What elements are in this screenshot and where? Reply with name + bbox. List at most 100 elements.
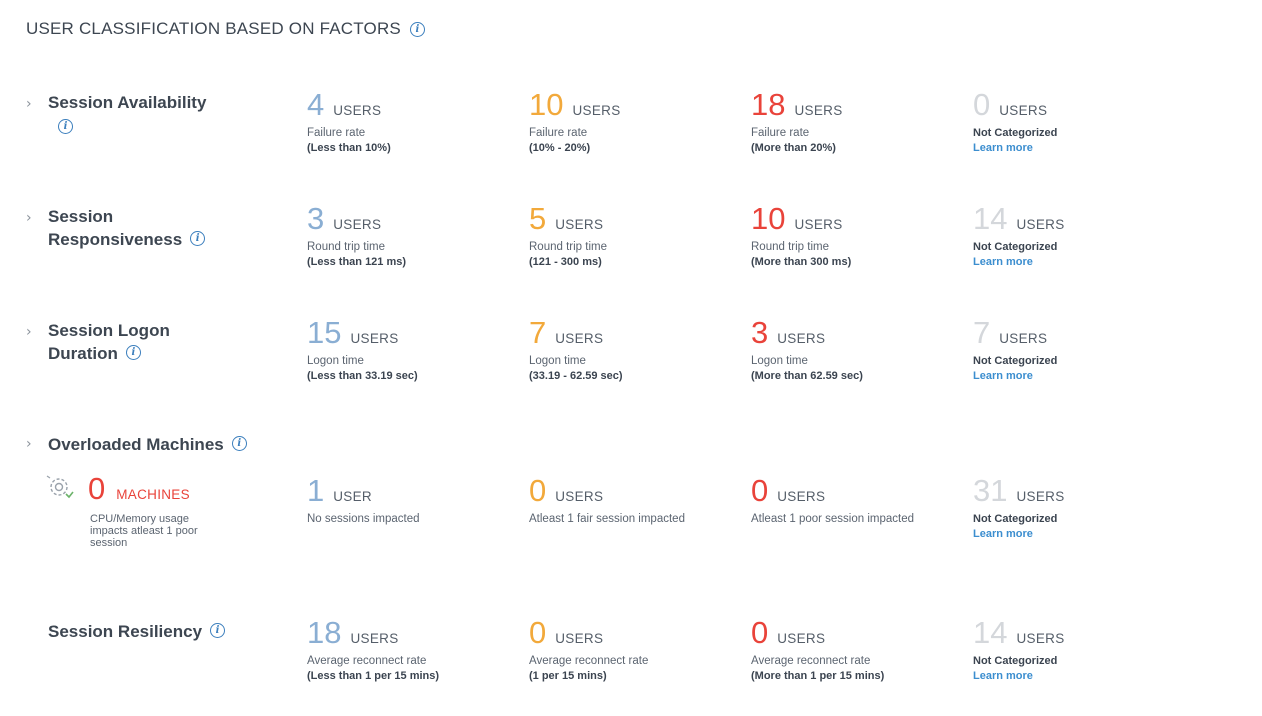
metric-label: Average reconnect rate [529, 655, 649, 667]
info-icon[interactable]: i [190, 231, 206, 247]
row-label-text: Session [48, 207, 114, 226]
row-label-text: Session Logon [48, 321, 170, 340]
info-icon[interactable]: i [210, 623, 226, 639]
user-count: 14 [973, 615, 1008, 650]
user-count: 1 [307, 473, 325, 508]
chevron-right-icon[interactable]: › [26, 210, 32, 226]
metric-cell-good[interactable]: 1 USER No sessions impacted [307, 474, 420, 527]
metric-label: Failure rate [307, 127, 366, 139]
not-categorized-label: Not Categorized [973, 355, 1058, 367]
metric-label: Logon time [307, 355, 364, 367]
metric-label: Round trip time [751, 241, 829, 253]
unit-label: USERS [1016, 631, 1065, 646]
info-icon[interactable]: i [409, 21, 425, 37]
chevron-right-icon[interactable]: › [26, 436, 32, 452]
metric-cell-not-categorized[interactable]: 31 USERS Not Categorized Learn more [973, 474, 1065, 542]
not-categorized-label: Not Categorized [973, 655, 1058, 667]
unit-label: USERS [777, 631, 826, 646]
metric-cell-good[interactable]: 18 USERS Average reconnect rate (Less tha… [307, 616, 439, 684]
metric-cell-poor[interactable]: 0 USERS Average reconnect rate (More than… [751, 616, 884, 684]
metric-label: Atleast 1 fair session impacted [529, 513, 685, 525]
unit-label: USERS [1016, 489, 1065, 504]
metric-cell-good[interactable]: 3 USERS Round trip time (Less than 121 ms… [307, 202, 406, 270]
row-label: Session Responsiveness i [48, 205, 206, 251]
not-categorized-label: Not Categorized [973, 241, 1058, 253]
metric-label: Round trip time [529, 241, 607, 253]
metric-range: (Less than 121 ms) [307, 256, 407, 268]
metric-label: Atleast 1 poor session impacted [751, 513, 915, 525]
not-categorized-label: Not Categorized [973, 513, 1058, 525]
metric-label: Average reconnect rate [751, 655, 871, 667]
unit-label: USER [333, 489, 372, 504]
metric-label: Logon time [529, 355, 586, 367]
metric-label: Failure rate [751, 127, 810, 139]
machine-count: 0 [88, 471, 106, 506]
info-icon[interactable]: i [58, 119, 73, 135]
metric-label: Round trip time [307, 241, 385, 253]
machines-description: CPU/Memory usage impacts atleast 1 poor … [90, 513, 198, 549]
metric-cell-good[interactable]: 15 USERS Logon time (Less than 33.19 sec) [307, 316, 418, 384]
metric-range: (More than 20%) [751, 142, 836, 154]
gear-machine-icon [46, 475, 74, 499]
row-label: Session Logon Duration i [48, 319, 170, 365]
metric-range: (33.19 - 62.59 sec) [529, 370, 623, 382]
metric-range: (Less than 10%) [307, 142, 391, 154]
info-icon[interactable]: i [231, 436, 247, 452]
metric-cell-not-categorized[interactable]: 14 USERS Not Categorized Learn more [973, 202, 1065, 270]
row-label: Session Resiliency i [48, 620, 226, 643]
unit-label: USERS [333, 103, 382, 118]
user-count: 10 [751, 201, 786, 236]
user-count: 3 [307, 201, 325, 236]
metric-cell-good[interactable]: 4 USERS Failure rate (Less than 10%) [307, 88, 391, 156]
learn-more-link[interactable]: Learn more [973, 369, 1057, 384]
learn-more-link[interactable]: Learn more [973, 141, 1057, 156]
chevron-right-icon[interactable]: › [26, 96, 32, 112]
unit-label: USERS [555, 631, 604, 646]
metric-cell-not-categorized[interactable]: 0 USERS Not Categorized Learn more [973, 88, 1057, 156]
user-count: 0 [529, 615, 547, 650]
metric-cell-fair[interactable]: 0 USERS Atleast 1 fair session impacted [529, 474, 685, 527]
user-count: 14 [973, 201, 1008, 236]
metric-cell-fair[interactable]: 5 USERS Round trip time (121 - 300 ms) [529, 202, 607, 270]
unit-label: USERS [794, 103, 843, 118]
metric-cell-not-categorized[interactable]: 14 USERS Not Categorized Learn more [973, 616, 1065, 684]
learn-more-link[interactable]: Learn more [973, 669, 1065, 684]
row-label-text: Overloaded Machines [48, 435, 224, 454]
learn-more-link[interactable]: Learn more [973, 527, 1065, 542]
unit-label: USERS [794, 217, 843, 232]
user-count: 10 [529, 87, 564, 122]
metric-range: (1 per 15 mins) [529, 670, 607, 682]
user-count: 0 [973, 87, 991, 122]
user-count: 18 [751, 87, 786, 122]
info-icon[interactable]: i [125, 345, 141, 361]
chevron-right-icon[interactable]: › [26, 324, 32, 340]
metric-cell-poor[interactable]: 10 USERS Round trip time (More than 300 m… [751, 202, 851, 270]
unit-label: USERS [350, 631, 399, 646]
metric-range: (More than 1 per 15 mins) [751, 670, 885, 682]
user-count: 0 [529, 473, 547, 508]
user-count: 4 [307, 87, 325, 122]
metric-cell-poor[interactable]: 0 USERS Atleast 1 poor session impacted [751, 474, 914, 527]
metric-cell-fair[interactable]: 0 USERS Average reconnect rate (1 per 15 … [529, 616, 648, 684]
metric-label: No sessions impacted [307, 513, 420, 525]
unit-label: USERS [555, 331, 604, 346]
user-count: 31 [973, 473, 1008, 508]
metric-label: Failure rate [529, 127, 588, 139]
metric-range: (Less than 33.19 sec) [307, 370, 418, 382]
unit-label: USERS [350, 331, 399, 346]
metric-range: (More than 62.59 sec) [751, 370, 863, 382]
row-label-text: Duration [48, 344, 118, 363]
row-label: Overloaded Machines i [48, 433, 247, 456]
metric-cell-fair[interactable]: 10 USERS Failure rate (10% - 20%) [529, 88, 621, 156]
not-categorized-label: Not Categorized [973, 127, 1058, 139]
page-title-text: USER CLASSIFICATION BASED ON FACTORS [26, 19, 401, 38]
metric-cell-fair[interactable]: 7 USERS Logon time (33.19 - 62.59 sec) [529, 316, 623, 384]
learn-more-link[interactable]: Learn more [973, 255, 1065, 270]
unit-label: USERS [777, 331, 826, 346]
row-label-text: Responsiveness [48, 230, 183, 249]
user-count: 0 [751, 615, 769, 650]
metric-cell-poor[interactable]: 3 USERS Logon time (More than 62.59 sec) [751, 316, 863, 384]
row-label-text: Session Availability [48, 93, 207, 112]
metric-cell-poor[interactable]: 18 USERS Failure rate (More than 20%) [751, 88, 843, 156]
metric-cell-not-categorized[interactable]: 7 USERS Not Categorized Learn more [973, 316, 1057, 384]
